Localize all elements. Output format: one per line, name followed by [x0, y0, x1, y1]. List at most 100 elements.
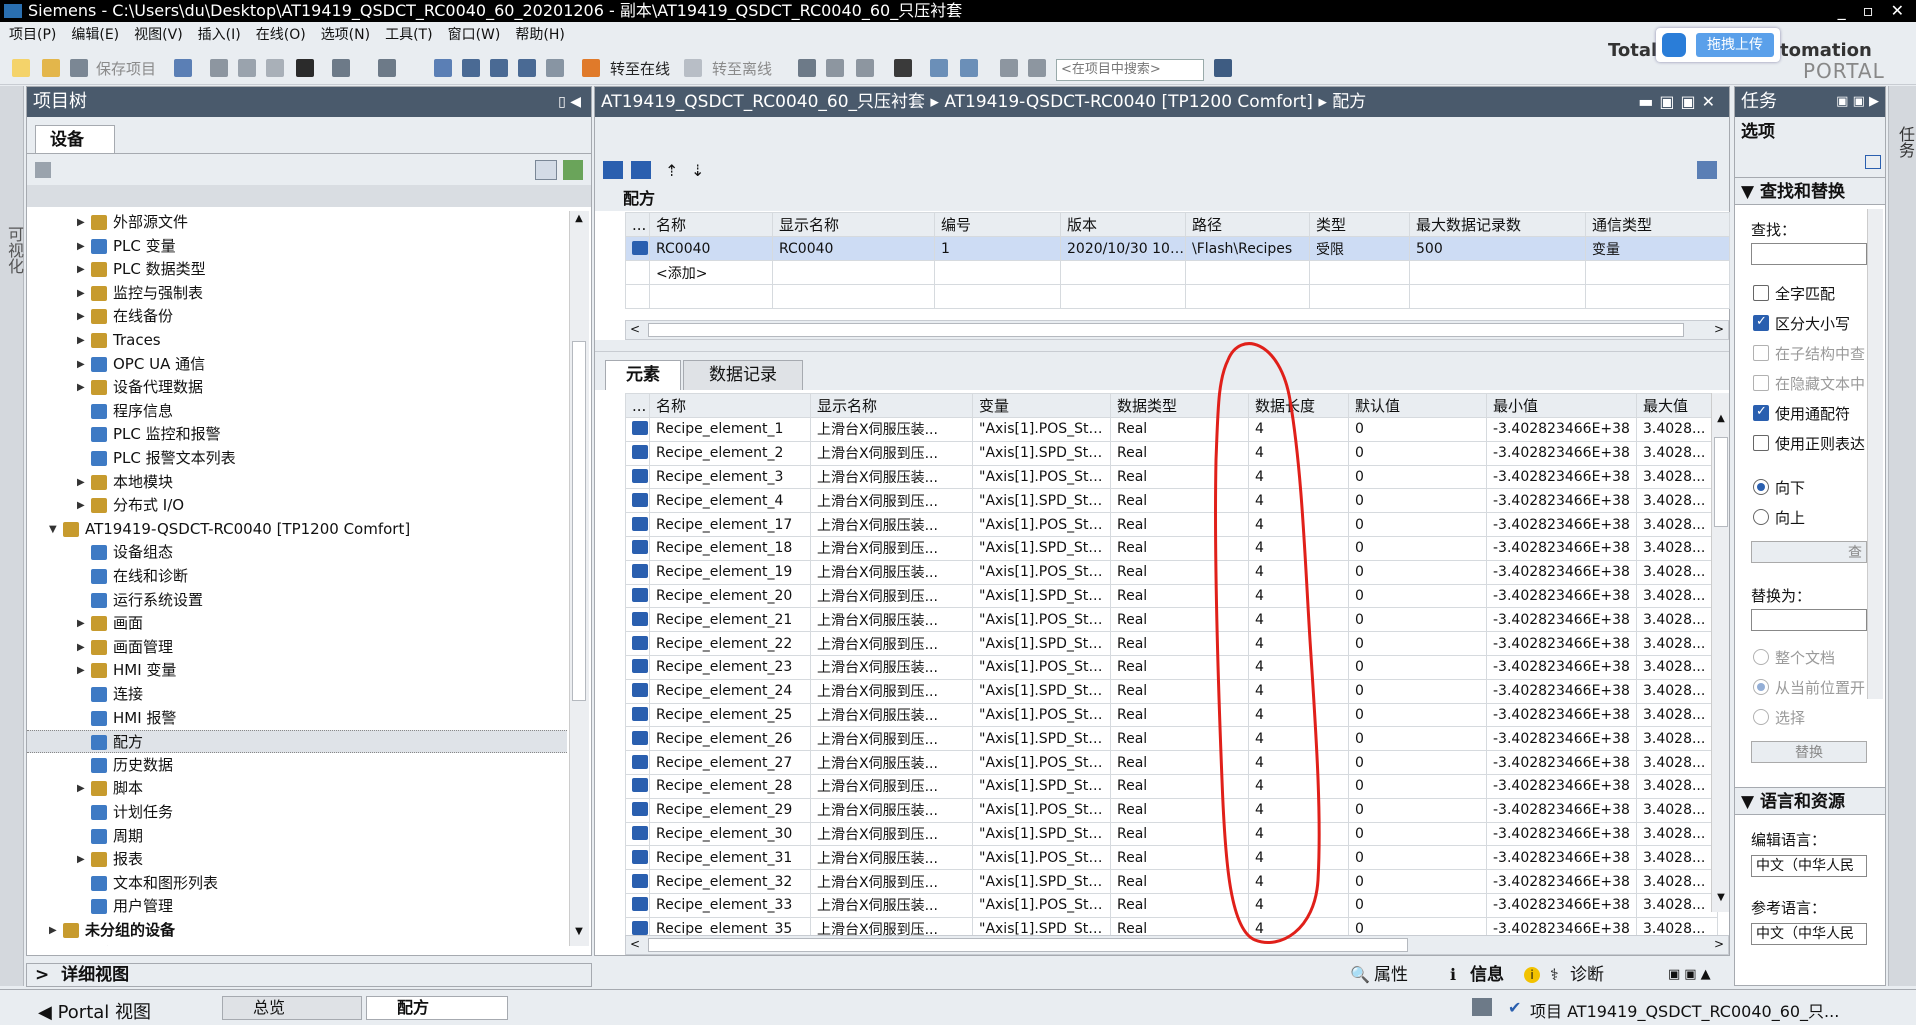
elements-hscroll-thumb[interactable] [648, 938, 1408, 952]
element-cell-min[interactable]: -3.402823466E+38 [1486, 892, 1637, 918]
status-grid-icon[interactable] [1472, 998, 1492, 1016]
tree-item[interactable]: ▶ 画面 [27, 612, 567, 635]
element-cell-min[interactable]: -3.402823466E+38 [1486, 726, 1637, 752]
whole-word-checkbox[interactable] [1753, 285, 1769, 301]
element-cell-dtype[interactable]: Real [1110, 631, 1249, 656]
element-cell-def[interactable]: 0 [1348, 869, 1487, 894]
language-resources-section[interactable]: ▼ 语言和资源 [1735, 787, 1885, 815]
split-vertical-icon[interactable] [960, 59, 978, 77]
element-row[interactable]: Recipe_element_19 上滑台X伺服压装... "Axis[1].POS… [625, 559, 1718, 585]
element-cell-min[interactable]: -3.402823466E+38 [1486, 821, 1637, 847]
element-cell-max[interactable]: 3.4028... [1636, 726, 1718, 752]
element-cell-tag[interactable]: "Axis[1].SPD_Step... [972, 488, 1111, 514]
recipe-cell-max_records[interactable]: 500 [1409, 236, 1586, 261]
element-cell-tag[interactable]: "Axis[1].SPD_Step... [972, 440, 1111, 466]
element-cell-len[interactable]: 4 [1248, 488, 1349, 514]
tree-expand-arrow-icon[interactable]: ▶ [77, 376, 85, 399]
element-cell-tag[interactable]: "Axis[1].SPD_Step... [972, 773, 1111, 799]
element-cell-len[interactable]: 4 [1248, 869, 1349, 894]
element-cell-dtype[interactable]: Real [1110, 440, 1249, 466]
search-go-icon[interactable] [1214, 59, 1232, 77]
tree-item[interactable]: ▶ 分布式 I/O [27, 494, 567, 517]
element-cell-len[interactable]: 4 [1248, 797, 1349, 823]
tree-item[interactable]: HMI 报警 [27, 707, 567, 730]
tree-item[interactable]: ▶ 画面管理 [27, 636, 567, 659]
element-cell-min[interactable]: -3.402823466E+38 [1486, 440, 1637, 466]
element-cell-def[interactable]: 0 [1348, 750, 1487, 775]
tree-item[interactable]: 设备组态 [27, 541, 567, 564]
element-cell-def[interactable]: 0 [1348, 797, 1487, 823]
element-cell-dtype[interactable]: Real [1110, 488, 1249, 514]
restore-editor-icon[interactable] [1028, 59, 1046, 77]
tree-item[interactable]: 计划任务 [27, 801, 567, 824]
element-cell-min[interactable]: -3.402823466E+38 [1486, 750, 1637, 775]
element-cell-name[interactable]: Recipe_element_3 [649, 464, 811, 490]
menu-tools[interactable]: 工具(T) [376, 22, 438, 49]
menu-online[interactable]: 在线(O) [247, 22, 312, 49]
element-cell-display[interactable]: 上滑台X伺服到压... [810, 773, 973, 799]
element-cell-dtype[interactable]: Real [1110, 750, 1249, 775]
scroll-up-icon[interactable]: ▲ [572, 213, 586, 231]
element-cell-display[interactable]: 上滑台X伺服压装... [810, 607, 973, 633]
element-cell-dtype[interactable]: Real [1110, 845, 1249, 871]
delete-icon[interactable] [296, 59, 314, 77]
tree-expand-arrow-icon[interactable]: ▶ [77, 235, 85, 258]
recipe-cell-number[interactable]: 1 [934, 236, 1061, 261]
element-cell-def[interactable]: 0 [1348, 654, 1487, 680]
save-project-button[interactable]: 保存项目 [96, 58, 156, 79]
sync-recipe-icon[interactable] [631, 161, 651, 179]
tree-item[interactable]: ▶ 本地模块 [27, 471, 567, 494]
element-cell-len[interactable]: 4 [1248, 417, 1349, 442]
element-cell-len[interactable]: 4 [1248, 821, 1349, 847]
element-cell-name[interactable]: Recipe_element_2 [649, 440, 811, 466]
tree-item[interactable]: ▶ 设备代理数据 [27, 376, 567, 399]
element-cell-def[interactable]: 0 [1348, 702, 1487, 728]
use-wildcards-checkbox[interactable] [1753, 404, 1769, 421]
element-cell-display[interactable]: 上滑台X伺服到压... [810, 583, 973, 609]
element-cell-max[interactable]: 3.4028... [1636, 869, 1718, 894]
tab-elements[interactable]: 元素 [605, 360, 681, 390]
element-column-header[interactable]: 变量 [972, 393, 1111, 418]
tab-diagnostics[interactable]: 诊断 [1570, 963, 1604, 987]
element-column-header[interactable]: 最小值 [1486, 393, 1637, 418]
element-cell-name[interactable]: Recipe_element_31 [649, 845, 811, 871]
element-cell-max[interactable]: 3.4028... [1636, 583, 1718, 609]
recipe-column-header[interactable]: 编号 [934, 212, 1061, 237]
element-cell-tag[interactable]: "Axis[1].POS_Ste... [972, 845, 1111, 871]
tree-item[interactable]: 连接 [27, 683, 567, 706]
element-cell-name[interactable]: Recipe_element_22 [649, 631, 811, 656]
element-cell-def[interactable]: 0 [1348, 583, 1487, 609]
tree-item[interactable]: 用户管理 [27, 895, 567, 918]
go-offline-button[interactable]: 转至离线 [712, 58, 772, 79]
tree-item[interactable]: ▶ 脚本 [27, 777, 567, 800]
element-cell-max[interactable]: 3.4028... [1636, 488, 1718, 514]
selection-radio[interactable] [1753, 709, 1769, 725]
add-recipe-cell[interactable]: <添加> [649, 260, 773, 285]
element-cell-min[interactable]: -3.402823466E+38 [1486, 464, 1637, 490]
element-cell-display[interactable]: 上滑台X伺服压装... [810, 892, 973, 918]
detail-view-bar[interactable]: > 详细视图 [26, 963, 592, 987]
redo-icon[interactable] [378, 59, 396, 77]
save-icon[interactable] [70, 59, 88, 77]
tree-item[interactable]: ▶ 报表 [27, 848, 567, 871]
find-replace-section[interactable]: ▼ 查找和替换 [1735, 177, 1885, 205]
go-online-icon[interactable] [582, 59, 600, 77]
element-cell-len[interactable]: 4 [1248, 631, 1349, 656]
element-cell-len[interactable]: 4 [1248, 440, 1349, 466]
tree-expand-arrow-icon[interactable]: ▶ [77, 353, 85, 376]
element-cell-max[interactable]: 3.4028... [1636, 559, 1718, 585]
in-hidden-checkbox[interactable] [1753, 375, 1769, 391]
element-cell-name[interactable]: Recipe_element_24 [649, 678, 811, 704]
direction-down-radio[interactable] [1753, 479, 1769, 495]
tree-item[interactable]: 在线和诊断 [27, 565, 567, 588]
element-cell-max[interactable]: 3.4028... [1636, 773, 1718, 799]
split-horizontal-icon[interactable] [930, 59, 948, 77]
tab-devices[interactable]: 设备 [35, 125, 115, 153]
scroll-down-icon[interactable]: ▼ [572, 926, 586, 944]
collapse-panel-icon[interactable]: ▯ ◀ [558, 87, 581, 117]
element-cell-min[interactable]: -3.402823466E+38 [1486, 845, 1637, 871]
element-cell-name[interactable]: Recipe_element_30 [649, 821, 811, 847]
recipe-column-header[interactable]: 最大数据记录数 [1409, 212, 1586, 237]
element-cell-display[interactable]: 上滑台X伺服压装... [810, 464, 973, 490]
element-column-header[interactable]: 数据类型 [1110, 393, 1249, 418]
